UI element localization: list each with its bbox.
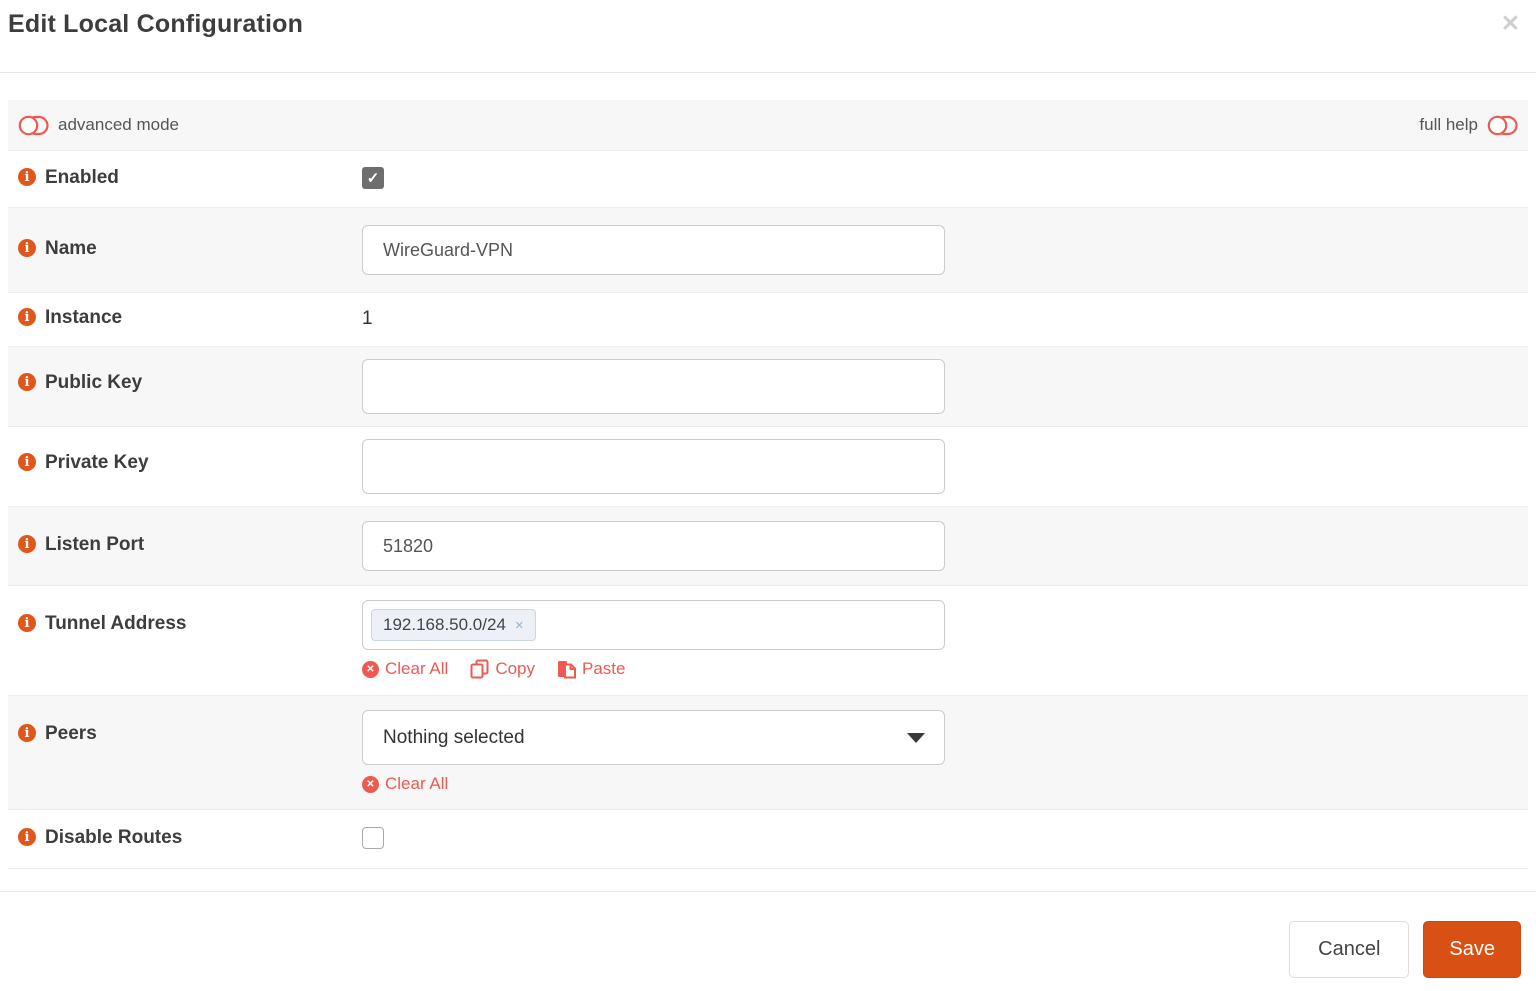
clear-all-label: Clear All xyxy=(385,659,449,678)
form-row-enabled: i Enabled ✓ xyxy=(8,151,1528,208)
advanced-mode-label: advanced mode xyxy=(58,115,179,134)
copy-icon xyxy=(470,659,489,679)
field-label: Tunnel Address xyxy=(45,613,187,634)
field-label: Name xyxy=(45,238,97,259)
info-icon[interactable]: i xyxy=(18,373,36,391)
info-icon[interactable]: i xyxy=(18,308,36,326)
clear-all-label: Clear All xyxy=(385,774,449,793)
paste-label: Paste xyxy=(582,659,626,678)
label-cell: i Listen Port xyxy=(8,521,362,571)
toggle-off-icon xyxy=(1487,115,1518,135)
info-icon[interactable]: i xyxy=(18,614,36,632)
peers-select-value: Nothing selected xyxy=(383,726,525,748)
label-cell: i Disable Routes xyxy=(8,827,362,849)
checkmark-icon: ✓ xyxy=(366,170,380,187)
tunnel-address-input[interactable]: 192.168.50.0/24 × xyxy=(362,600,945,650)
form-row-disable-routes: i Disable Routes xyxy=(8,810,1528,869)
form-row-instance: i Instance 1 xyxy=(8,293,1528,347)
field-label: Public Key xyxy=(45,372,143,393)
toggle-off-icon xyxy=(18,115,49,135)
info-icon[interactable]: i xyxy=(18,453,36,471)
form-row-name: i Name xyxy=(8,208,1528,293)
tunnel-address-tag: 192.168.50.0/24 × xyxy=(371,609,536,641)
listen-port-input[interactable] xyxy=(362,521,945,571)
cancel-button[interactable]: Cancel xyxy=(1289,921,1410,978)
clear-all-icon: ✕ xyxy=(362,660,379,678)
advanced-mode-toggle[interactable]: advanced mode xyxy=(18,115,179,136)
field-label: Instance xyxy=(45,307,123,328)
clear-all-link[interactable]: ✕ Clear All xyxy=(362,659,448,679)
form-row-private-key: i Private Key xyxy=(8,427,1528,507)
save-button[interactable]: Save xyxy=(1423,921,1521,978)
field-label: Private Key xyxy=(45,452,149,473)
clear-all-icon: ✕ xyxy=(362,775,379,793)
label-cell: i Private Key xyxy=(8,439,362,494)
close-icon[interactable]: ✕ xyxy=(1501,8,1520,35)
full-help-label: full help xyxy=(1419,115,1478,134)
field-label: Enabled xyxy=(45,167,119,188)
field-label: Peers xyxy=(45,723,97,744)
form-row-peers: i Peers Nothing selected ✕ Clear All xyxy=(8,696,1528,810)
field-label: Listen Port xyxy=(45,534,145,555)
name-input[interactable] xyxy=(362,225,945,275)
tag-remove-icon[interactable]: × xyxy=(515,617,524,634)
label-cell: i Name xyxy=(8,225,362,275)
field-label: Disable Routes xyxy=(45,827,183,848)
info-icon[interactable]: i xyxy=(18,168,36,186)
info-icon[interactable]: i xyxy=(18,724,36,742)
label-cell: i Instance xyxy=(8,307,362,330)
modal-footer: Cancel Save xyxy=(0,891,1536,978)
tunnel-address-actions: ✕ Clear All Copy Paste xyxy=(362,659,1528,679)
enabled-checkbox[interactable]: ✓ xyxy=(362,167,384,189)
clear-all-link[interactable]: ✕ Clear All xyxy=(362,774,448,794)
full-help-toggle[interactable]: full help xyxy=(1419,115,1518,136)
form-row-listen-port: i Listen Port xyxy=(8,507,1528,586)
disable-routes-checkbox[interactable] xyxy=(362,827,384,849)
info-icon[interactable]: i xyxy=(18,535,36,553)
private-key-input[interactable] xyxy=(362,439,945,494)
label-cell: i Public Key xyxy=(8,359,362,414)
copy-label: Copy xyxy=(495,659,535,678)
paste-link[interactable]: Paste xyxy=(557,659,625,679)
peers-select[interactable]: Nothing selected xyxy=(362,710,945,765)
public-key-input[interactable] xyxy=(362,359,945,414)
label-cell: i Peers xyxy=(8,710,362,794)
tag-value: 192.168.50.0/24 xyxy=(383,615,506,634)
form-row-tunnel-address: i Tunnel Address 192.168.50.0/24 × ✕ Cle… xyxy=(8,586,1528,696)
modal-header: Edit Local Configuration ✕ xyxy=(0,0,1536,73)
instance-value: 1 xyxy=(362,308,373,329)
peers-actions: ✕ Clear All xyxy=(362,774,1528,794)
form-row-public-key: i Public Key xyxy=(8,347,1528,427)
options-bar: advanced mode full help xyxy=(8,100,1528,151)
page-title: Edit Local Configuration xyxy=(8,10,304,38)
copy-link[interactable]: Copy xyxy=(470,659,535,679)
chevron-down-icon xyxy=(907,732,925,743)
paste-icon xyxy=(558,661,576,679)
info-icon[interactable]: i xyxy=(18,828,36,846)
label-cell: i Tunnel Address xyxy=(8,600,362,679)
info-icon[interactable]: i xyxy=(18,239,36,257)
label-cell: i Enabled xyxy=(8,167,362,189)
